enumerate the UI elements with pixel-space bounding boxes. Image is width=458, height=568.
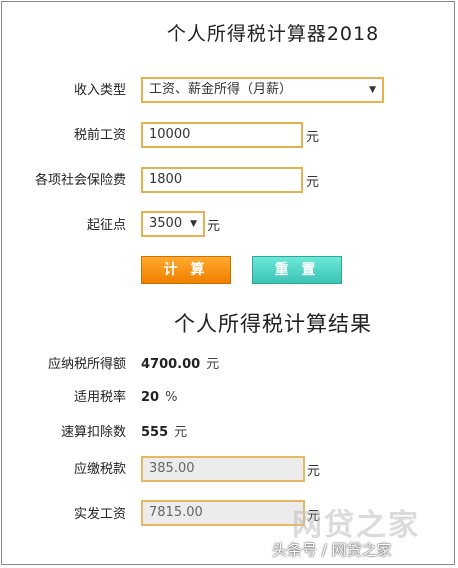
taxable-income-label: 应纳税所得额 [47,357,126,372]
quick-deduction-amount: 555 [141,425,169,440]
reset-button[interactable]: 重 置 [252,256,342,284]
quick-deduction-value: 555 元 [141,423,187,443]
tax-payable-output: 385.00 [141,456,305,482]
tax-rate-unit: % [165,390,178,405]
quick-deduction-unit: 元 [174,425,188,440]
tax-payable-unit: 元 [307,464,321,479]
taxable-income-value: 4700.00 元 [141,355,219,375]
pretax-salary-input[interactable]: 10000 [141,122,303,148]
threshold-select[interactable]: 3500 ▼ [141,211,205,237]
threshold-label: 起征点 [86,218,126,233]
social-insurance-label: 各项社会保险费 [34,173,126,188]
social-insurance-unit: 元 [306,175,320,190]
net-salary-output: 7815.00 [141,500,305,526]
tax-payable-label: 应缴税款 [73,462,126,477]
calculate-button[interactable]: 计 算 [141,256,231,284]
tax-rate-amount: 20 [141,390,160,405]
chevron-down-icon: ▼ [190,219,197,229]
taxable-income-unit: 元 [206,357,220,372]
net-salary-label: 实发工资 [73,507,126,522]
threshold-value: 3500 [149,216,183,231]
threshold-unit: 元 [207,219,221,234]
pretax-salary-unit: 元 [306,130,320,145]
social-insurance-input[interactable]: 1800 [141,167,303,193]
income-type-value: 工资、薪金所得（月薪） [149,82,293,97]
tax-rate-label: 适用税率 [73,390,126,405]
tax-rate-value: 20% [141,388,177,408]
watermark-logo: 网贷之家 [292,508,420,543]
pretax-salary-label: 税前工资 [73,128,126,143]
taxable-income-amount: 4700.00 [141,357,201,372]
income-type-label: 收入类型 [73,83,126,98]
quick-deduction-label: 速算扣除数 [60,425,126,440]
chevron-down-icon: ▼ [369,85,376,95]
result-title: 个人所得税计算结果 [174,312,372,336]
watermark-credit: 头条号 / 网贷之家 [272,541,392,559]
page-title: 个人所得税计算器2018 [166,23,380,45]
income-type-select[interactable]: 工资、薪金所得（月薪） ▼ [141,77,384,103]
